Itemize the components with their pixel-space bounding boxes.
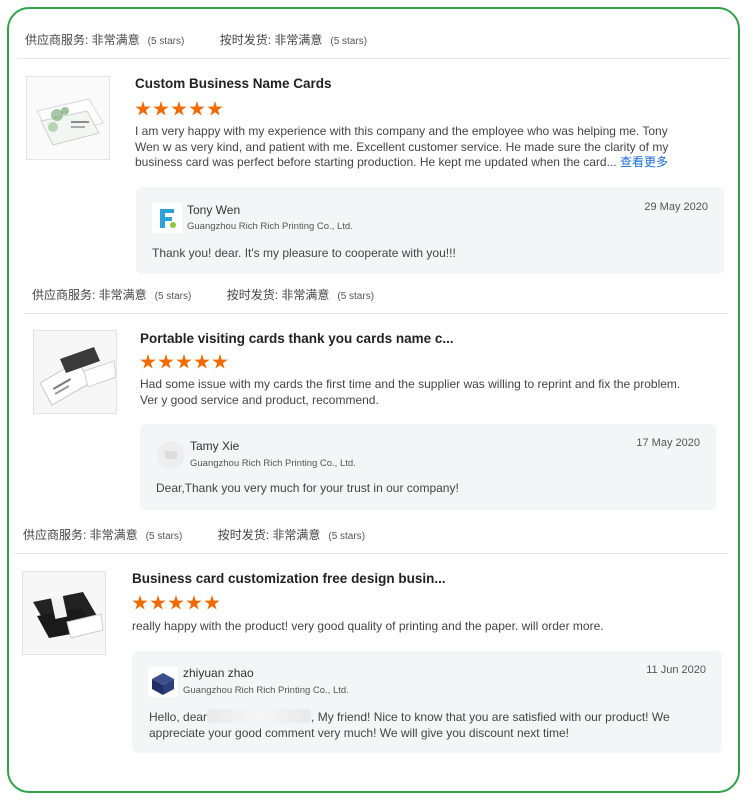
supplier-service-rating: 供应商服务: 非常满意 <box>32 288 147 302</box>
supplier-service-rating: 供应商服务: 非常满意 <box>25 33 140 47</box>
supplier-service-stars: (5 stars) <box>154 291 192 302</box>
shipping-rating: 按时发货: 非常满意 <box>219 33 323 47</box>
star-rating <box>132 595 220 611</box>
reply-date: 17 May 2020 <box>636 437 700 449</box>
reply-message: Thank you! dear. It's my pleasure to coo… <box>152 246 456 260</box>
star-icon <box>189 101 205 116</box>
supplier-service-stars: (5 stars) <box>145 531 183 542</box>
view-more-link[interactable]: 查看更多 <box>620 155 668 169</box>
divider <box>18 58 730 59</box>
product-thumbnail[interactable] <box>22 571 106 655</box>
star-icon <box>140 354 156 369</box>
product-title[interactable]: Portable visiting cards thank you cards … <box>140 331 454 346</box>
rating-summary-line: 供应商服务: 非常满意 (5 stars) 按时发货: 非常满意 (5 stars) <box>23 526 365 543</box>
reply-date: 29 May 2020 <box>644 201 708 213</box>
business-card-image <box>34 331 116 413</box>
divider <box>24 313 728 314</box>
product-title[interactable]: Business card customization free design … <box>132 571 446 586</box>
seller-logo-icon <box>152 203 182 233</box>
star-icon <box>207 101 223 116</box>
seller-company[interactable]: Guangzhou Rich Rich Printing Co., Ltd. <box>183 685 349 696</box>
reply-greeting: Hello, dear <box>149 710 208 724</box>
star-icon <box>135 101 151 116</box>
reply-message: Dear,Thank you very much for your trust … <box>156 481 459 495</box>
review-body: I am very happy with my experience with … <box>135 124 669 169</box>
review-text: Had some issue with my cards the first t… <box>140 377 681 407</box>
star-icon <box>168 595 184 610</box>
seller-reply: Tamy Xie Guangzhou Rich Rich Printing Co… <box>140 424 716 510</box>
star-icon <box>176 354 192 369</box>
star-icon <box>194 354 210 369</box>
supplier-service-rating: 供应商服务: 非常满意 <box>23 528 138 542</box>
shipping-stars: (5 stars) <box>330 36 368 47</box>
business-card-image <box>27 77 109 159</box>
rating-summary-line: 供应商服务: 非常满意 (5 stars) 按时发货: 非常满意 (5 stars) <box>25 31 367 48</box>
reply-date: 11 Jun 2020 <box>646 664 706 676</box>
star-icon <box>153 101 169 116</box>
seller-company[interactable]: Guangzhou Rich Rich Printing Co., Ltd. <box>190 458 356 469</box>
star-icon <box>150 595 166 610</box>
shipping-stars: (5 stars) <box>328 531 366 542</box>
star-icon <box>132 595 148 610</box>
seller-reply: zhiyuan zhao Guangzhou Rich Rich Printin… <box>132 651 722 753</box>
rating-summary-line: 供应商服务: 非常满意 (5 stars) 按时发货: 非常满意 (5 stars) <box>32 286 374 303</box>
star-icon <box>204 595 220 610</box>
star-icon <box>212 354 228 369</box>
seller-logo-icon <box>148 667 178 697</box>
star-icon <box>171 101 187 116</box>
review-text: I am very happy with my experience with … <box>135 124 693 171</box>
seller-name: Tamy Xie <box>190 439 240 453</box>
shipping-rating: 按时发货: 非常满意 <box>217 528 321 542</box>
seller-name: zhiyuan zhao <box>183 666 254 680</box>
product-thumbnail[interactable] <box>26 76 110 160</box>
star-rating <box>140 354 228 370</box>
seller-company[interactable]: Guangzhou Rich Rich Printing Co., Ltd. <box>187 221 353 232</box>
seller-name: Tony Wen <box>187 203 241 217</box>
business-card-image <box>23 572 105 654</box>
star-rating <box>135 101 223 117</box>
shipping-rating: 按时发货: 非常满意 <box>226 288 330 302</box>
product-thumbnail[interactable] <box>33 330 117 414</box>
seller-logo-icon <box>157 441 185 469</box>
review-text: really happy with the product! very good… <box>132 619 604 633</box>
star-icon <box>158 354 174 369</box>
supplier-service-stars: (5 stars) <box>147 36 185 47</box>
product-title[interactable]: Custom Business Name Cards <box>135 76 332 91</box>
shipping-stars: (5 stars) <box>337 291 375 302</box>
reply-message: Hello, dear, My friend! Nice to know tha… <box>149 709 709 741</box>
seller-reply: Tony Wen Guangzhou Rich Rich Printing Co… <box>136 187 724 274</box>
divider <box>14 553 728 554</box>
star-icon <box>186 595 202 610</box>
redacted-name <box>207 709 312 723</box>
